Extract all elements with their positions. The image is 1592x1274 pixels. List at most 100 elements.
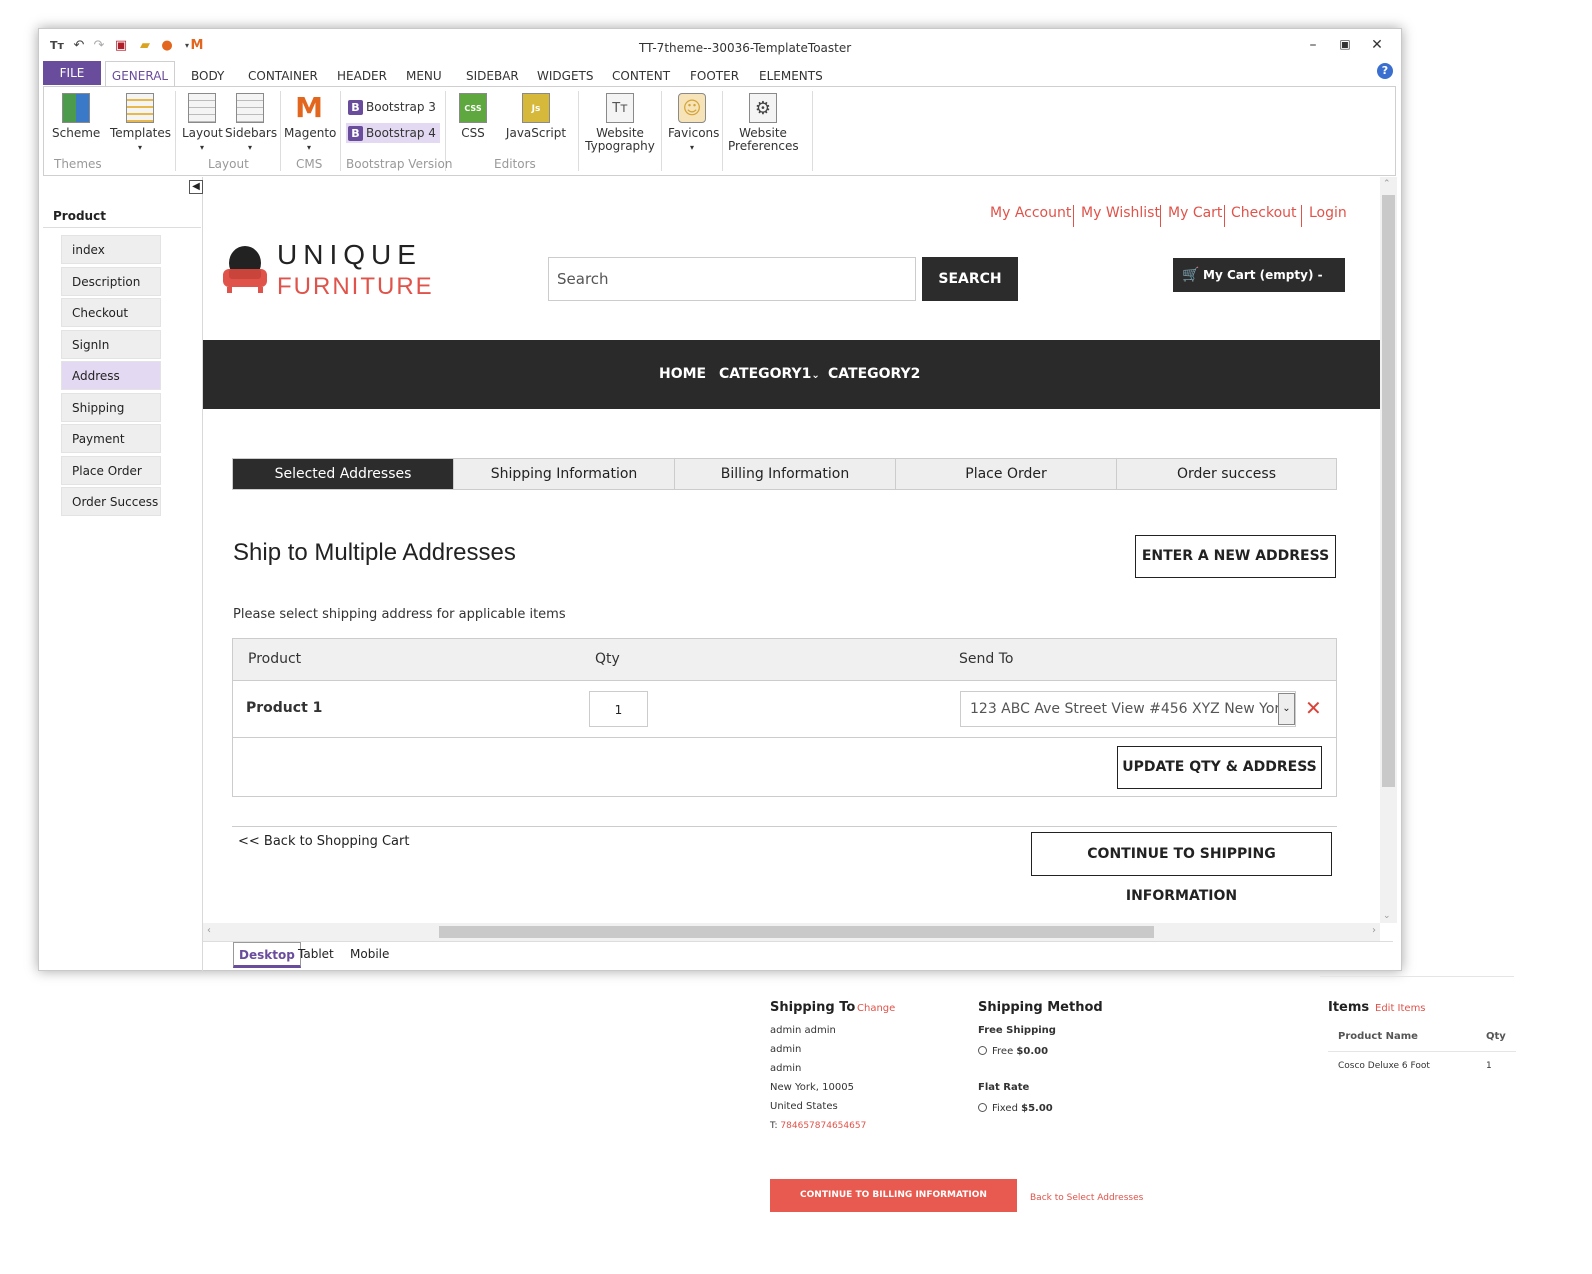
scroll-right-icon[interactable]: › <box>1372 925 1376 936</box>
tab-tablet[interactable]: Tablet <box>293 942 339 968</box>
checkout-link[interactable]: Checkout <box>1231 205 1297 221</box>
page-title: Ship to Multiple Addresses <box>233 539 516 566</box>
radio-button[interactable] <box>978 1103 987 1112</box>
scroll-down-icon[interactable]: ⌄ <box>1383 911 1391 921</box>
magento-button[interactable]: M Magento ▾ <box>284 93 336 154</box>
bootstrap3-label: Bootstrap 3 <box>366 100 436 114</box>
continue-billing-button[interactable]: CONTINUE TO BILLING INFORMATION <box>770 1179 1017 1212</box>
vertical-scrollbar[interactable]: ⌃ ⌄ <box>1380 177 1397 923</box>
update-qty-address-button[interactable]: UPDATE QTY & ADDRESS <box>1117 746 1322 789</box>
bootstrap4-option[interactable]: B Bootstrap 4 <box>346 123 440 143</box>
page-item-index[interactable]: index <box>61 235 161 264</box>
scroll-left-icon[interactable]: ‹ <box>207 925 211 936</box>
column-header-product-name: Product Name <box>1338 1031 1418 1042</box>
maximize-icon[interactable]: ▣ <box>1335 37 1355 51</box>
link-separator <box>1160 205 1161 227</box>
tab-content[interactable]: CONTENT <box>612 69 670 83</box>
ribbon-separator <box>812 91 813 171</box>
minimize-icon[interactable]: – <box>1303 37 1323 53</box>
page-item-checkout[interactable]: Checkout <box>61 298 161 327</box>
flat-rate-option[interactable]: Fixed $5.00 <box>978 1103 1053 1114</box>
javascript-button[interactable]: Js JavaScript <box>504 93 568 140</box>
page-item-payment[interactable]: Payment <box>61 424 161 453</box>
favicons-button[interactable]: ☺ Favicons ▾ <box>668 93 719 154</box>
css-button[interactable]: CSS CSS <box>452 93 494 140</box>
undo-icon[interactable]: ↶ <box>71 38 87 54</box>
magento-icon[interactable]: M <box>189 38 205 54</box>
free-shipping-title: Free Shipping <box>978 1025 1056 1036</box>
css-label: CSS <box>461 126 485 140</box>
back-select-addresses-link[interactable]: Back to Select Addresses <box>1030 1193 1143 1203</box>
page-item-description[interactable]: Description <box>61 267 161 296</box>
collapse-panel-icon[interactable]: ◀ <box>189 180 203 194</box>
bootstrap3-option[interactable]: B Bootstrap 3 <box>346 97 440 117</box>
nav-home[interactable]: HOME <box>659 366 706 382</box>
nav-category1[interactable]: CATEGORY1⌄ <box>719 366 820 382</box>
edit-items-link[interactable]: Edit Items <box>1375 1003 1426 1014</box>
page-item-order-success[interactable]: Order Success <box>61 487 161 516</box>
radio-button[interactable] <box>978 1046 987 1055</box>
login-link[interactable]: Login <box>1309 205 1347 221</box>
enter-new-address-button[interactable]: ENTER A NEW ADDRESS <box>1135 535 1336 578</box>
step-shipping-information[interactable]: Shipping Information <box>454 459 675 489</box>
group-label-cms: CMS <box>296 157 323 171</box>
layout-button[interactable]: Layout ▾ <box>182 93 223 154</box>
gear-icon: ⚙ <box>749 93 777 123</box>
send-to-select[interactable]: 123 ABC Ave Street View #456 XYZ New Yor… <box>960 691 1296 727</box>
step-billing-information[interactable]: Billing Information <box>675 459 896 489</box>
open-folder-icon[interactable]: ▰ <box>137 38 153 54</box>
qty-input[interactable]: 1 <box>589 691 648 727</box>
back-to-cart-link[interactable]: << Back to Shopping Cart <box>238 834 409 849</box>
sidebars-button[interactable]: Sidebars ▾ <box>225 93 277 154</box>
help-icon[interactable]: ? <box>1377 63 1393 79</box>
search-button[interactable]: SEARCH <box>922 257 1018 301</box>
address-line: admin <box>770 1063 802 1074</box>
page-item-address[interactable]: Address <box>61 361 161 390</box>
page-item-signin[interactable]: SignIn <box>61 330 161 359</box>
tab-widgets[interactable]: WIDGETS <box>537 69 593 83</box>
save-icon[interactable]: ▣ <box>113 38 129 54</box>
step-order-success[interactable]: Order success <box>1117 459 1336 489</box>
select-chevron-icon[interactable]: ⌄ <box>1278 693 1295 725</box>
tab-mobile[interactable]: Mobile <box>345 942 394 968</box>
table-header: Product Qty Send To <box>233 639 1336 681</box>
horizontal-scroll-thumb[interactable] <box>439 926 1154 938</box>
tab-container[interactable]: CONTAINER <box>248 69 318 83</box>
browser-preview-icon[interactable]: ● <box>159 38 175 54</box>
tab-body[interactable]: BODY <box>191 69 224 83</box>
remove-item-icon[interactable]: ✕ <box>1305 696 1322 720</box>
close-icon[interactable]: ✕ <box>1367 37 1387 53</box>
horizontal-scrollbar[interactable]: ‹ › <box>203 923 1380 941</box>
my-account-link[interactable]: My Account <box>990 205 1071 221</box>
tab-general[interactable]: GENERAL <box>105 61 175 87</box>
nav-category2[interactable]: CATEGORY2 <box>828 366 920 382</box>
free-shipping-option[interactable]: Free $0.00 <box>978 1046 1048 1057</box>
layout-label: Layout <box>182 126 223 140</box>
redo-icon[interactable]: ↷ <box>91 38 107 54</box>
tab-sidebar[interactable]: SIDEBAR <box>466 69 519 83</box>
step-place-order[interactable]: Place Order <box>896 459 1117 489</box>
page-item-shipping[interactable]: Shipping <box>61 393 161 422</box>
tab-menu[interactable]: MENU <box>406 69 442 83</box>
scheme-button[interactable]: Scheme <box>52 93 100 140</box>
my-wishlist-link[interactable]: My Wishlist <box>1081 205 1160 221</box>
vertical-scroll-thumb[interactable] <box>1382 195 1395 787</box>
website-typography-button[interactable]: Tт Website Typography <box>584 93 656 153</box>
step-selected-addresses[interactable]: Selected Addresses <box>233 459 454 489</box>
tab-footer[interactable]: FOOTER <box>690 69 739 83</box>
favicon-icon: ☺ <box>678 93 706 123</box>
search-input[interactable]: Search <box>548 257 916 301</box>
change-link[interactable]: Change <box>857 1003 895 1014</box>
templates-button[interactable]: Templates ▾ <box>110 93 171 154</box>
scroll-up-icon[interactable]: ⌃ <box>1383 179 1391 189</box>
tab-file[interactable]: FILE <box>43 61 101 85</box>
website-preferences-button[interactable]: ⚙ Website Preferences <box>728 93 799 153</box>
mini-cart-button[interactable]: 🛒 My Cart (empty) - $0.00 <box>1173 258 1345 316</box>
tab-desktop[interactable]: Desktop <box>233 942 301 968</box>
page-item-place-order[interactable]: Place Order <box>61 456 161 485</box>
tab-elements[interactable]: ELEMENTS <box>759 69 823 83</box>
continue-shipping-button[interactable]: CONTINUE TO SHIPPING INFORMATION <box>1031 832 1332 904</box>
tab-header[interactable]: HEADER <box>337 69 387 83</box>
phone-number[interactable]: 784657874654657 <box>780 1121 866 1131</box>
my-cart-link[interactable]: My Cart <box>1168 205 1222 221</box>
